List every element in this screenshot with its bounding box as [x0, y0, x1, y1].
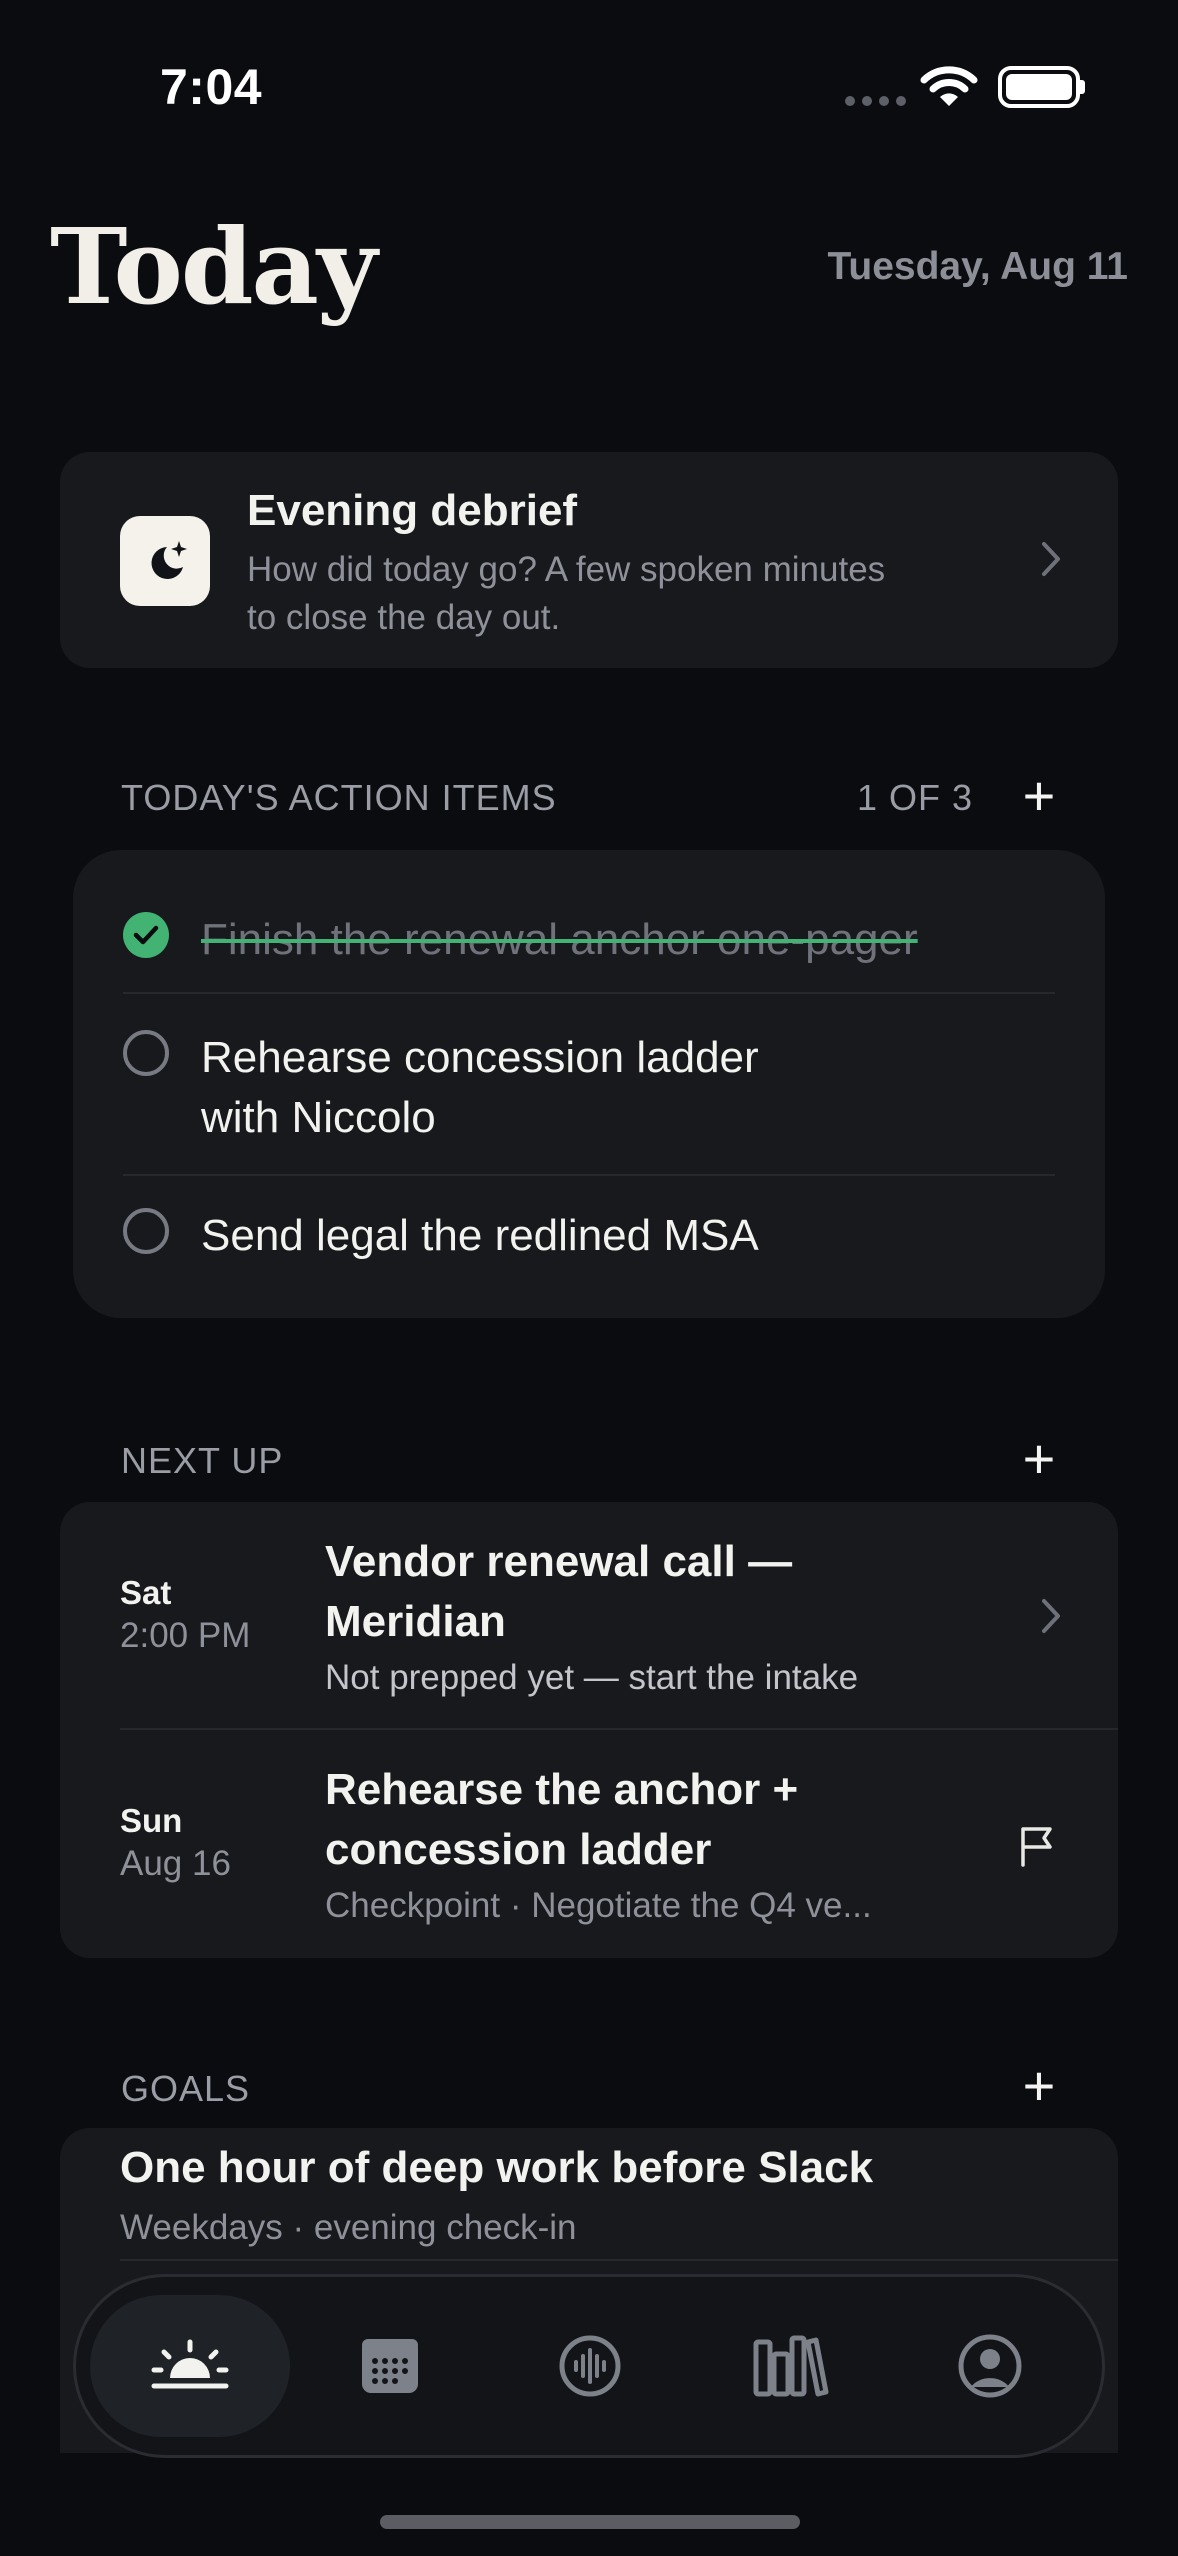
cellular-signal-icon [845, 96, 906, 106]
debrief-subtitle: How did today go? A few spoken minutes t… [247, 550, 886, 637]
action-item-text: Send legal the redlined MSA [201, 1211, 759, 1260]
event-day: Sat [120, 1574, 172, 1611]
status-time: 7:04 [160, 59, 263, 115]
next-up-item[interactable]: Sun Aug 16 Rehearse the anchor + concess… [60, 1730, 1118, 1958]
divider [120, 2259, 1118, 2261]
add-goal-button[interactable]: + [1019, 2058, 1059, 2114]
action-items-label: TODAY'S ACTION ITEMS [121, 777, 557, 818]
action-items-count: 1 OF 3 [857, 777, 974, 818]
action-item-row[interactable]: Finish the renewal anchor one-pager [123, 910, 1055, 970]
date-label: Tuesday, Aug 11 [827, 245, 1128, 288]
tab-profile[interactable] [890, 2295, 1090, 2437]
next-up-item[interactable]: Sat 2:00 PM Vendor renewal call — Meridi… [60, 1502, 1118, 1730]
waveform-circle-icon [559, 2335, 621, 2397]
chevron-right-icon [1042, 1599, 1060, 1633]
event-subtitle: Checkpoint · Negotiate the Q4 ve... [325, 1886, 872, 1925]
checkmark-icon[interactable] [123, 912, 169, 958]
divider [123, 1174, 1055, 1176]
action-item-text: Rehearse concession ladder with Niccolo [201, 1033, 759, 1142]
event-title: Vendor renewal call — Meridian [325, 1537, 793, 1646]
flag-icon[interactable] [1018, 1825, 1058, 1867]
action-item-row[interactable]: Send legal the redlined MSA [123, 1206, 1055, 1266]
unchecked-circle-icon[interactable] [123, 1208, 169, 1254]
debrief-title: Evening debrief [247, 486, 578, 535]
event-title: Rehearse the anchor + concession ladder [325, 1765, 799, 1874]
tab-voice[interactable] [490, 2295, 690, 2437]
books-icon [753, 2335, 829, 2397]
action-item-text: Finish the renewal anchor one-pager [201, 915, 918, 964]
battery-icon [998, 66, 1080, 108]
add-next-up-button[interactable]: + [1019, 1431, 1059, 1487]
page-title: Today [50, 205, 377, 328]
next-up-list: Sat 2:00 PM Vendor renewal call — Meridi… [60, 1502, 1118, 1958]
event-subtitle: Not prepped yet — start the intake [325, 1658, 859, 1697]
event-day: Sun [120, 1802, 183, 1839]
moon-sparkle-icon [120, 516, 210, 606]
person-circle-icon [958, 2334, 1022, 2398]
goals-label: GOALS [121, 2068, 251, 2109]
chevron-right-icon [1042, 542, 1060, 576]
event-time: 2:00 PM [120, 1616, 251, 1655]
next-up-label: NEXT UP [121, 1440, 284, 1481]
evening-debrief-card[interactable]: Evening debrief How did today go? A few … [60, 452, 1118, 668]
tab-today[interactable] [90, 2295, 290, 2437]
unchecked-circle-icon[interactable] [123, 1030, 169, 1076]
tab-bar [73, 2274, 1105, 2458]
event-time: Aug 16 [120, 1844, 231, 1883]
action-item-row[interactable]: Rehearse concession ladder with Niccolo [123, 1028, 1055, 1148]
add-action-item-button[interactable]: + [1019, 768, 1059, 824]
wifi-icon [920, 66, 978, 106]
sunrise-icon [151, 2339, 229, 2389]
tab-calendar[interactable] [290, 2295, 490, 2437]
action-items-list: Finish the renewal anchor one-pager Rehe… [73, 850, 1105, 1318]
home-indicator [380, 2515, 800, 2529]
divider [123, 992, 1055, 994]
tab-library[interactable] [690, 2295, 890, 2437]
battery-tip [1080, 80, 1085, 94]
calendar-icon [362, 2339, 418, 2393]
goal-subtitle: Weekdays · evening check-in [120, 2208, 577, 2247]
goal-title[interactable]: One hour of deep work before Slack [120, 2143, 873, 2193]
